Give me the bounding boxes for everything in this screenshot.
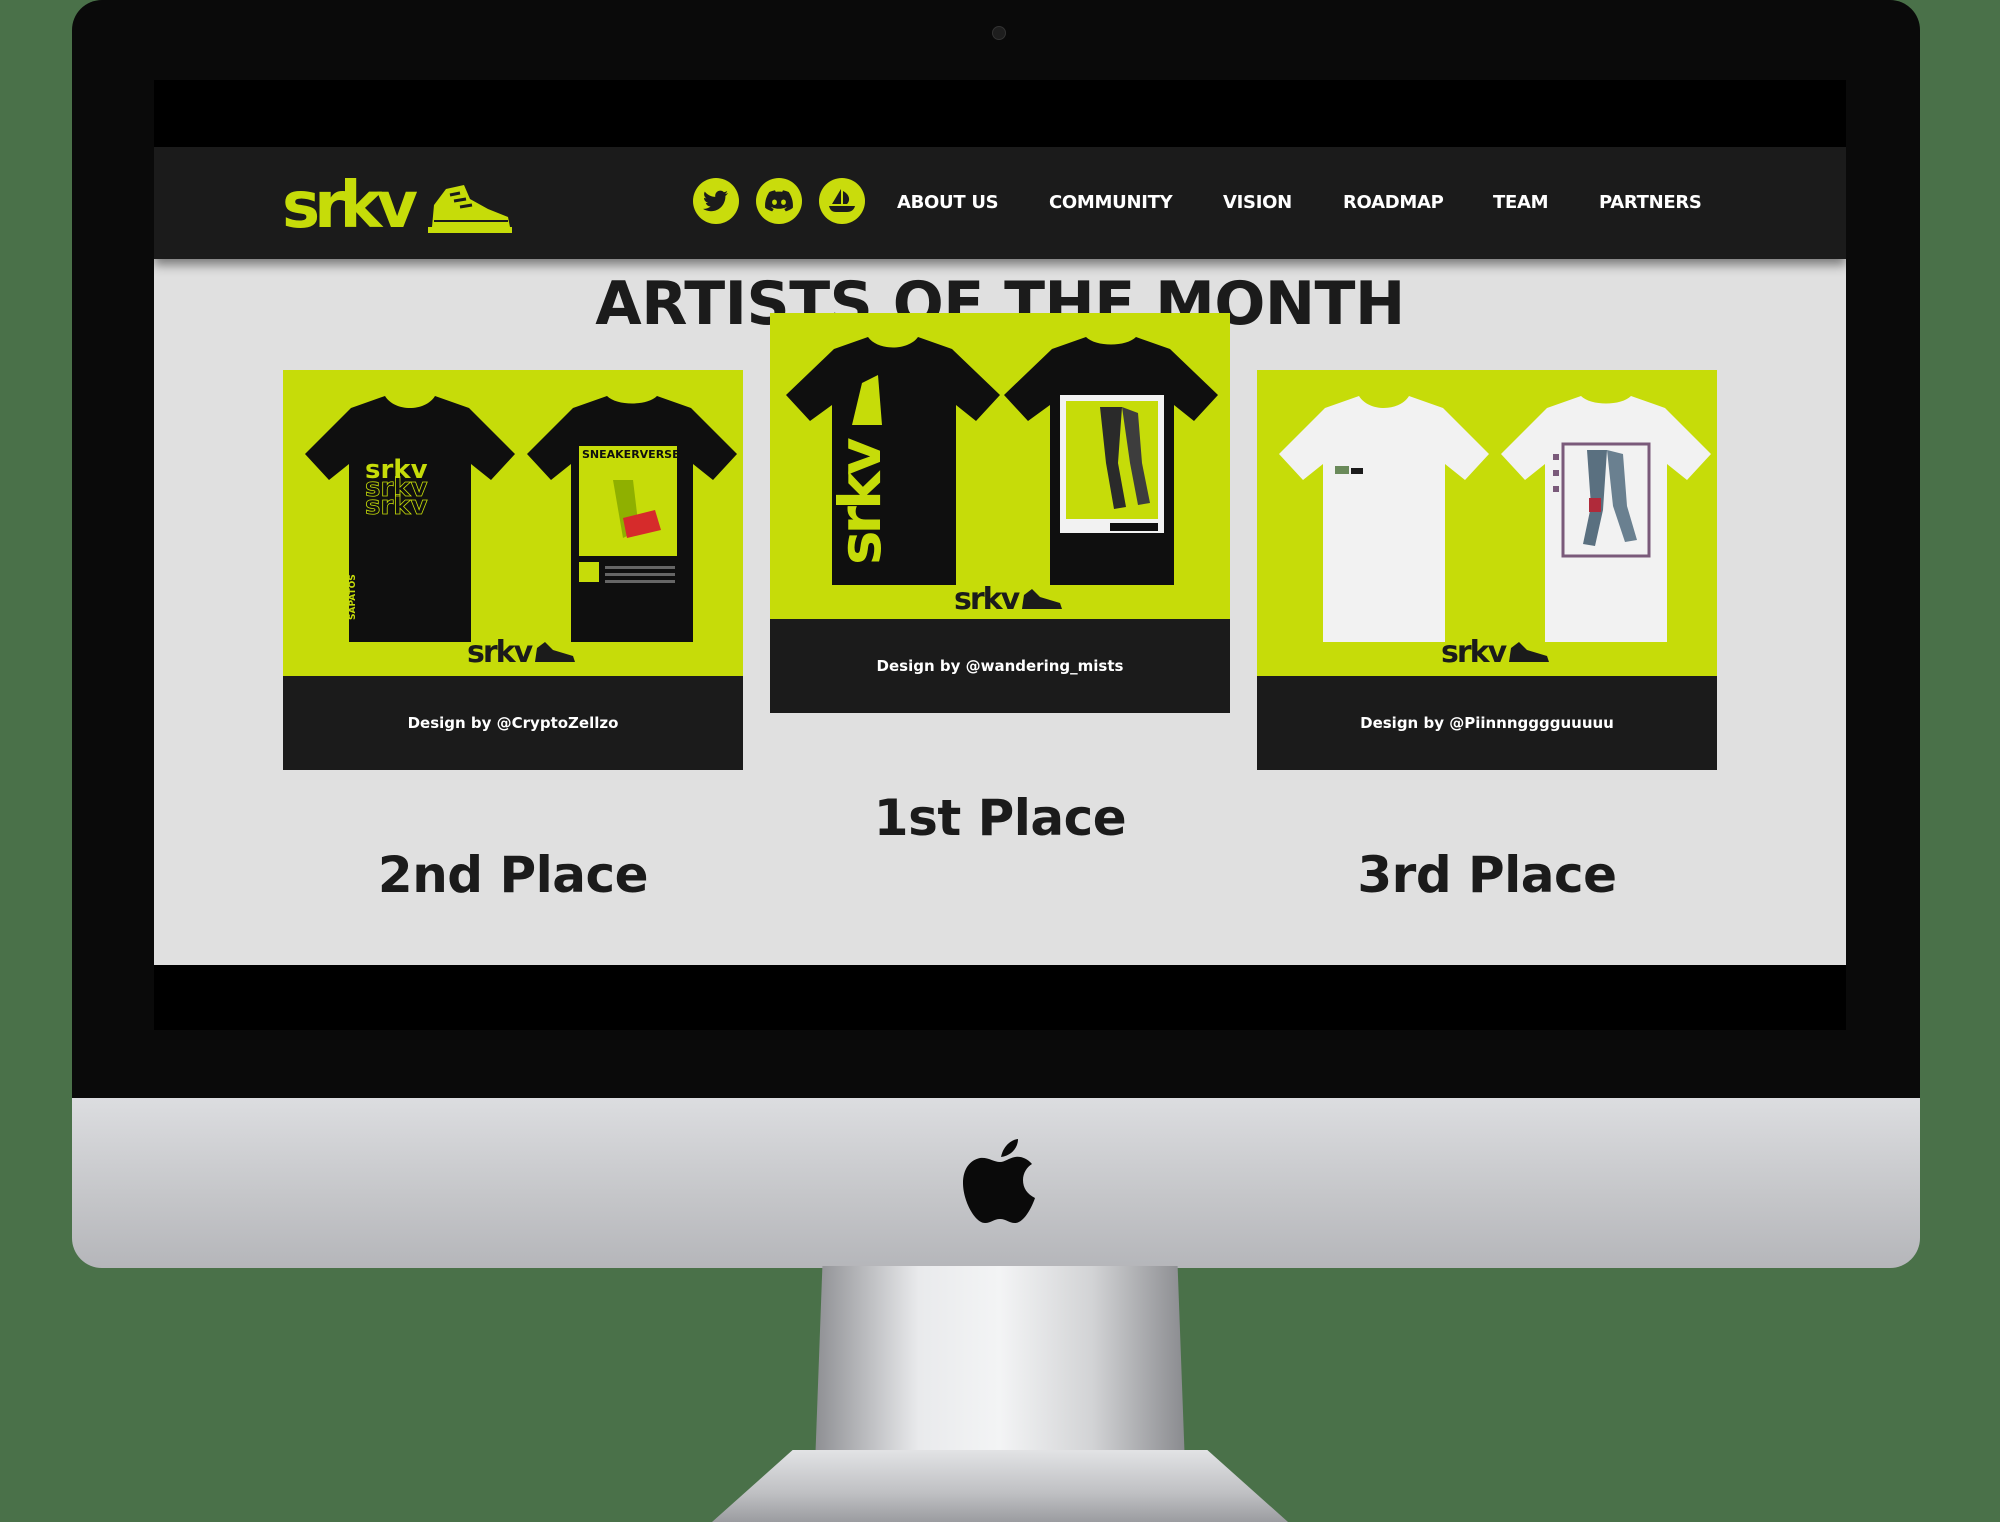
svg-text:srkv: srkv	[954, 582, 1021, 617]
svg-text:srkv: srkv	[1441, 635, 1508, 670]
tshirt-front: srkv	[786, 337, 1000, 585]
artist-card-3rd[interactable]: srkv Design by @Piinnngggguuuuu	[1257, 370, 1717, 770]
nav-link-community[interactable]: COMMUNITY	[1049, 184, 1173, 222]
nav-link-roadmap[interactable]: ROADMAP	[1343, 184, 1444, 222]
opensea-icon	[829, 189, 855, 212]
tshirt-front	[1279, 396, 1489, 642]
print-headline: SNEAKERVERSE	[582, 448, 680, 461]
print-logo-vertical: srkv	[826, 438, 894, 565]
place-label-3rd: 3rd Place	[1357, 846, 1617, 904]
srkv-watermark-logo: srkv	[467, 635, 575, 670]
tshirt-back	[1004, 337, 1218, 585]
apple-logo-icon	[963, 1139, 1035, 1223]
design-image: srkv srkv	[770, 313, 1230, 619]
twitter-button[interactable]	[693, 178, 739, 224]
srkv-logo[interactable]: srkv	[282, 165, 514, 241]
screen-bottom-bar	[154, 965, 1846, 1030]
design-image: srkv	[1257, 370, 1717, 676]
logo-text: srkv	[282, 169, 417, 241]
camera-icon	[992, 26, 1006, 40]
artist-card-1st[interactable]: srkv srkv Design by @wandering_mists	[770, 313, 1230, 713]
nav-link-about-us[interactable]: ABOUT US	[897, 184, 999, 222]
side-print-text: SAPATOS	[348, 574, 358, 620]
design-image: srkv srkv srkv SAPATOS SNEAKERVERSE srkv	[283, 370, 743, 676]
designer-caption: Design by @CryptoZellzo	[407, 714, 619, 732]
tshirt-front: srkv srkv srkv SAPATOS	[305, 396, 515, 642]
designer-caption: Design by @Piinnngggguuuuu	[1360, 714, 1614, 732]
nav-link-team[interactable]: TEAM	[1493, 184, 1549, 222]
svg-text:srkv: srkv	[467, 635, 534, 670]
tshirt-back	[1501, 396, 1711, 642]
monitor-stand-base	[712, 1450, 1288, 1522]
nav-link-vision[interactable]: VISION	[1223, 184, 1292, 222]
discord-icon	[765, 190, 793, 212]
discord-button[interactable]	[756, 178, 802, 224]
place-label-1st: 1st Place	[873, 789, 1127, 847]
print-logo-echo: srkv	[365, 491, 428, 521]
srkv-watermark-logo: srkv	[1441, 635, 1549, 670]
sneaker-icon	[428, 185, 512, 233]
twitter-icon	[703, 190, 728, 212]
site-header: srkv ABOUT US COMMUNITY VISION ROADMAP T…	[154, 147, 1846, 259]
artists-section: ARTISTS OF THE MONTH srkv srkv srkv SAPA…	[154, 259, 1846, 965]
monitor-stand	[815, 1266, 1185, 1466]
nav-link-partners[interactable]: PARTNERS	[1599, 184, 1702, 222]
artist-card-2nd[interactable]: srkv srkv srkv SAPATOS SNEAKERVERSE srkv…	[283, 370, 743, 770]
place-label-2nd: 2nd Place	[377, 846, 649, 904]
srkv-watermark-logo: srkv	[954, 582, 1062, 617]
screen: srkv ABOUT US COMMUNITY VISION ROADMAP T…	[154, 80, 1846, 1030]
designer-caption: Design by @wandering_mists	[876, 657, 1124, 675]
opensea-button[interactable]	[819, 178, 865, 224]
tshirt-back: SNEAKERVERSE	[527, 396, 737, 642]
